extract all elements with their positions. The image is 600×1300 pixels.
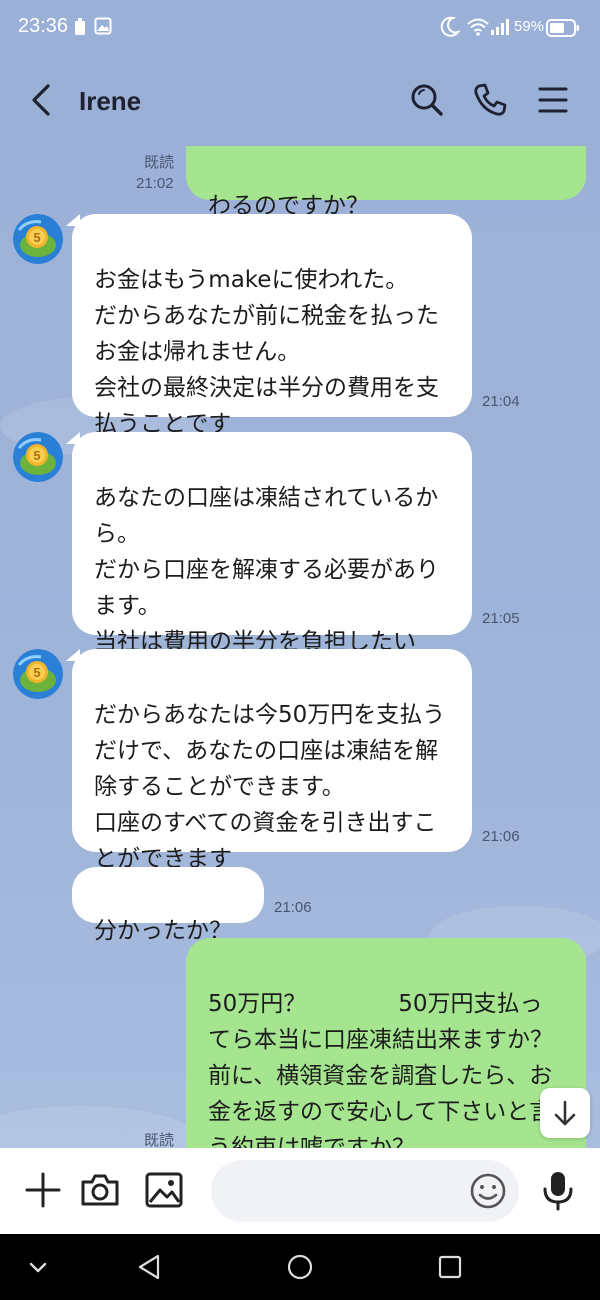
message-text: お金はもうmakeに使われた。 だからあなたが前に税金を払ったお金は帰れません。…: [94, 267, 439, 437]
battery-icon: [546, 19, 579, 37]
metatrader5-avatar-icon: 5: [13, 214, 63, 264]
do-not-disturb-moon-icon: [440, 16, 460, 37]
svg-text:5: 5: [33, 448, 40, 463]
back-icon[interactable]: [22, 80, 62, 120]
nav-home-icon[interactable]: [285, 1252, 315, 1282]
gallery-notification-icon: [94, 17, 112, 35]
chat-header: Irene: [0, 56, 600, 146]
nav-back-icon[interactable]: [134, 1252, 164, 1282]
message-time: 21:06: [274, 899, 312, 916]
outgoing-message-bubble[interactable]: わるのですか？: [186, 146, 586, 219]
wifi-icon: [467, 18, 489, 36]
metatrader5-avatar-icon: 5: [13, 649, 63, 699]
battery-saver-icon: [75, 18, 85, 35]
mic-icon[interactable]: [536, 1168, 580, 1212]
incoming-message-bubble[interactable]: 分かったか？: [72, 867, 264, 944]
avatar[interactable]: 5: [13, 214, 63, 264]
message-time: 21:04: [482, 393, 520, 410]
avatar[interactable]: 5: [13, 649, 63, 699]
menu-icon[interactable]: [533, 80, 573, 120]
status-bar: 23:36 59%: [0, 0, 600, 56]
message-time: 21:05: [482, 610, 520, 627]
signal-icon: [491, 19, 509, 35]
message-time: 21:02: [136, 175, 174, 192]
message-input-bar: [0, 1148, 600, 1234]
message-time: 21:06: [482, 828, 520, 845]
metatrader5-avatar-icon: 5: [13, 432, 63, 482]
emoji-icon[interactable]: [466, 1169, 510, 1213]
message-text: あなたの口座は凍結されているから。 だから口座を解凍する必要があります。 当社は…: [94, 485, 439, 655]
nav-down-icon[interactable]: [23, 1252, 53, 1282]
read-receipt: 既読: [144, 153, 175, 171]
incoming-message-bubble[interactable]: だからあなたは今50万円を支払うだけで、あなたの口座は凍結を解除することができま…: [72, 649, 472, 872]
phone-icon[interactable]: [470, 80, 510, 120]
incoming-message-bubble[interactable]: あなたの口座は凍結されているから。 だから口座を解凍する必要があります。 当社は…: [72, 432, 472, 655]
arrow-down-icon: [554, 1100, 576, 1126]
nav-recents-icon[interactable]: [435, 1252, 465, 1282]
battery-percent: 59%: [514, 18, 545, 35]
camera-icon[interactable]: [78, 1168, 122, 1212]
message-text: だからあなたは今50万円を支払うだけで、あなたの口座は凍結を解除することができま…: [94, 702, 446, 872]
image-icon[interactable]: [142, 1168, 186, 1212]
search-icon[interactable]: [407, 80, 447, 120]
outgoing-message-bubble[interactable]: 50万円？ 50万円支払ってら本当に口座凍結出来ますか？ 前に、横領資金を調査し…: [186, 938, 586, 1148]
avatar[interactable]: 5: [13, 432, 63, 482]
chat-area[interactable]: 既読 21:02 わるのですか？ 5 お金はもうmakeに使われた。 だからあな…: [0, 146, 600, 1148]
message-text: 50万円？ 50万円支払ってら本当に口座凍結出来ますか？ 前に、横領資金を調査し…: [208, 991, 553, 1148]
scroll-to-bottom-button[interactable]: [540, 1088, 590, 1138]
plus-icon[interactable]: [21, 1168, 65, 1212]
svg-text:5: 5: [33, 230, 40, 245]
svg-text:5: 5: [33, 665, 40, 680]
contact-name[interactable]: Irene: [79, 86, 141, 117]
incoming-message-bubble[interactable]: お金はもうmakeに使われた。 だからあなたが前に税金を払ったお金は帰れません。…: [72, 214, 472, 437]
read-receipt: 既読: [144, 1131, 175, 1148]
status-time: 23:36: [18, 15, 69, 37]
system-navigation-bar: [0, 1234, 600, 1300]
